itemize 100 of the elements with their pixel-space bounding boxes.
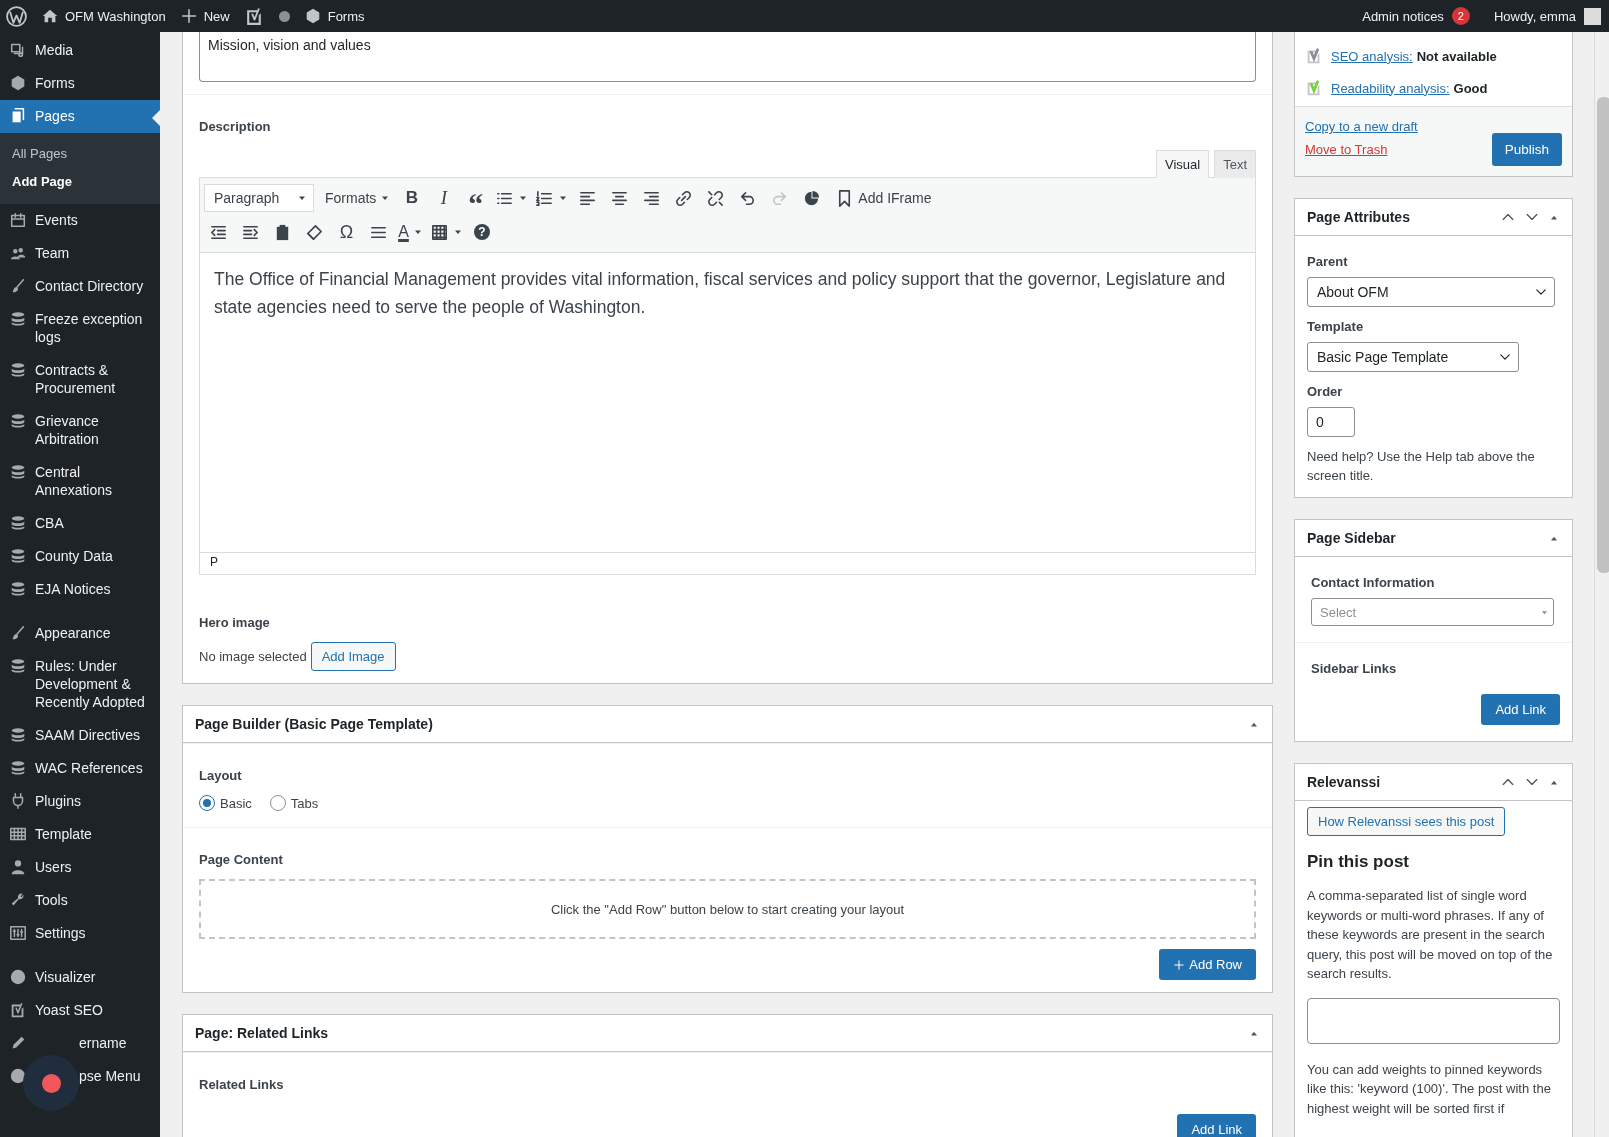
- menu-item[interactable]: Visualizer: [0, 961, 160, 994]
- editor-content[interactable]: The Office of Financial Management provides vital information, fiscal services and policy support that the governor, Legislature and state agencies need to serve the people of Washington.: [200, 253, 1255, 552]
- account-link[interactable]: Howdy, emma: [1493, 8, 1576, 24]
- italic-button[interactable]: I: [429, 184, 459, 212]
- database-icon: [9, 726, 27, 744]
- menu-item[interactable]: Forms: [0, 67, 160, 100]
- title-field[interactable]: Mission, vision and values: [199, 32, 1256, 82]
- menu-item[interactable]: Contact Directory: [0, 270, 160, 303]
- submenu-item[interactable]: All Pages: [0, 140, 160, 168]
- add-link-button[interactable]: Add Link: [1177, 1114, 1256, 1137]
- new-link[interactable]: New: [203, 8, 230, 24]
- collapse-icon: [9, 1067, 27, 1085]
- add-link-button[interactable]: Add Link: [1481, 694, 1560, 725]
- status-icon: [278, 10, 290, 22]
- bold-button[interactable]: B: [397, 184, 427, 212]
- template-select[interactable]: Basic Page Template: [1307, 342, 1519, 372]
- admin-notices-link[interactable]: Admin notices: [1362, 8, 1444, 24]
- field-label: Hero image: [199, 614, 271, 632]
- grid-icon: [9, 825, 27, 843]
- forms-link[interactable]: Forms: [327, 8, 365, 24]
- plus-icon: [1173, 958, 1186, 971]
- field-label: Contact Information: [1311, 574, 1436, 592]
- field-label: Parent: [1307, 253, 1349, 271]
- numbered-list-icon: [535, 188, 555, 208]
- logo-icon: [6, 5, 27, 27]
- database-icon: [9, 759, 27, 777]
- table-icon: [430, 222, 449, 242]
- user-icon: [9, 858, 27, 876]
- parent-select[interactable]: About OFM: [1307, 277, 1555, 307]
- menu-item[interactable]: County Data: [0, 540, 160, 573]
- trash-link[interactable]: Move to Trash: [1305, 142, 1418, 157]
- home-icon: [41, 7, 59, 25]
- quote-button[interactable]: “: [461, 184, 491, 212]
- menu-item[interactable]: Settings: [0, 917, 160, 950]
- keywords-field[interactable]: [1307, 997, 1560, 1044]
- text-color-button[interactable]: A: [396, 218, 425, 246]
- box-title: Page Attributes: [1307, 209, 1410, 225]
- menu-item[interactable]: Freeze exception logs: [0, 303, 160, 354]
- add-image-button[interactable]: Add Image: [310, 642, 396, 671]
- editor-tab[interactable]: Visual: [1155, 150, 1210, 178]
- format-select[interactable]: Paragraph: [204, 184, 314, 212]
- field-label: Related Links: [199, 1076, 285, 1094]
- menu-item[interactable]: CBA: [0, 507, 160, 540]
- relevanssi-preview-button[interactable]: How Relevanssi sees this post: [1307, 807, 1506, 836]
- unlink-icon: [706, 188, 726, 208]
- eraser-icon: [305, 222, 324, 242]
- publish-button[interactable]: Publish: [1491, 133, 1562, 166]
- menu-item[interactable]: Users: [0, 851, 160, 884]
- database-icon: [9, 580, 27, 598]
- element-path: P: [210, 555, 218, 569]
- sliders-icon: [9, 924, 27, 942]
- menu-item[interactable]: Pages: [0, 100, 160, 133]
- menu-item[interactable]: SAAM Directives: [0, 719, 160, 752]
- menu-item[interactable]: Contracts & Procurement: [0, 354, 160, 405]
- menu-item[interactable]: Central Annexations: [0, 456, 160, 507]
- box-title: Page Builder (Basic Page Template): [195, 716, 433, 732]
- editor-tab[interactable]: Text: [1214, 150, 1256, 178]
- field-label: Description: [199, 118, 272, 136]
- database-icon: [9, 412, 27, 430]
- analysis-link[interactable]: SEO analysis:: [1331, 48, 1413, 64]
- menu-item[interactable]: Events: [0, 204, 160, 237]
- radio-label: Tabs: [290, 795, 319, 811]
- menu-item[interactable]: WAC References: [0, 752, 160, 785]
- menu-item[interactable]: Plugins: [0, 785, 160, 818]
- menu-item[interactable]: Yoast SEO: [0, 994, 160, 1027]
- box-title: Page: Related Links: [195, 1025, 329, 1041]
- formats-menu[interactable]: Formats: [321, 190, 395, 206]
- empty-layout-message: Click the "Add Row" button below to start creating your layout: [550, 901, 905, 917]
- description-text: You can add weights to pinned keywords like this: 'keyword (100)'. The post with the highest weight will be sorted first if: [1307, 1060, 1552, 1118]
- field-label: Layout: [199, 767, 243, 785]
- submenu-item[interactable]: Add Page: [0, 168, 160, 196]
- box-title: Relevanssi: [1307, 774, 1381, 790]
- add-iframe-button[interactable]: Add IFrame: [829, 184, 934, 212]
- help-button[interactable]: ?: [474, 224, 490, 240]
- menu-item[interactable]: Appearance: [0, 617, 160, 650]
- order-field[interactable]: 0: [1307, 407, 1355, 437]
- box-title: Page Sidebar: [1307, 530, 1396, 546]
- menu-item[interactable]: Grievance Arbitration: [0, 405, 160, 456]
- radio-label: Basic: [220, 795, 252, 811]
- menu-item[interactable]: Template: [0, 818, 160, 851]
- menu-item[interactable]: EJA Notices: [0, 573, 160, 606]
- site-link[interactable]: OFM Washington: [65, 8, 166, 24]
- analysis-result: Good: [1453, 80, 1488, 96]
- menu-item[interactable]: ername: [0, 1027, 160, 1060]
- menu-item[interactable]: Rules: Under Development & Recently Adopted: [0, 650, 160, 719]
- avatar-icon: [1584, 7, 1601, 25]
- menu-item[interactable]: Tools: [0, 884, 160, 917]
- copy-draft-link[interactable]: Copy to a new draft: [1305, 119, 1418, 134]
- plus-icon: [179, 7, 198, 25]
- add-row-button[interactable]: Add Row: [1159, 949, 1256, 980]
- menu-item[interactable]: Team: [0, 237, 160, 270]
- record-button[interactable]: [23, 1055, 79, 1111]
- calendar-icon: [9, 211, 27, 229]
- analysis-result: Not available: [1416, 48, 1497, 64]
- scrollbar[interactable]: [1594, 32, 1609, 1137]
- menu-item[interactable]: Media: [0, 34, 160, 67]
- menu-item[interactable]: pse Menu: [0, 1060, 160, 1093]
- analysis-link[interactable]: Readability analysis:: [1331, 80, 1450, 96]
- omega-button[interactable]: Ω: [332, 218, 361, 246]
- field-label: Sidebar Links: [1311, 660, 1398, 678]
